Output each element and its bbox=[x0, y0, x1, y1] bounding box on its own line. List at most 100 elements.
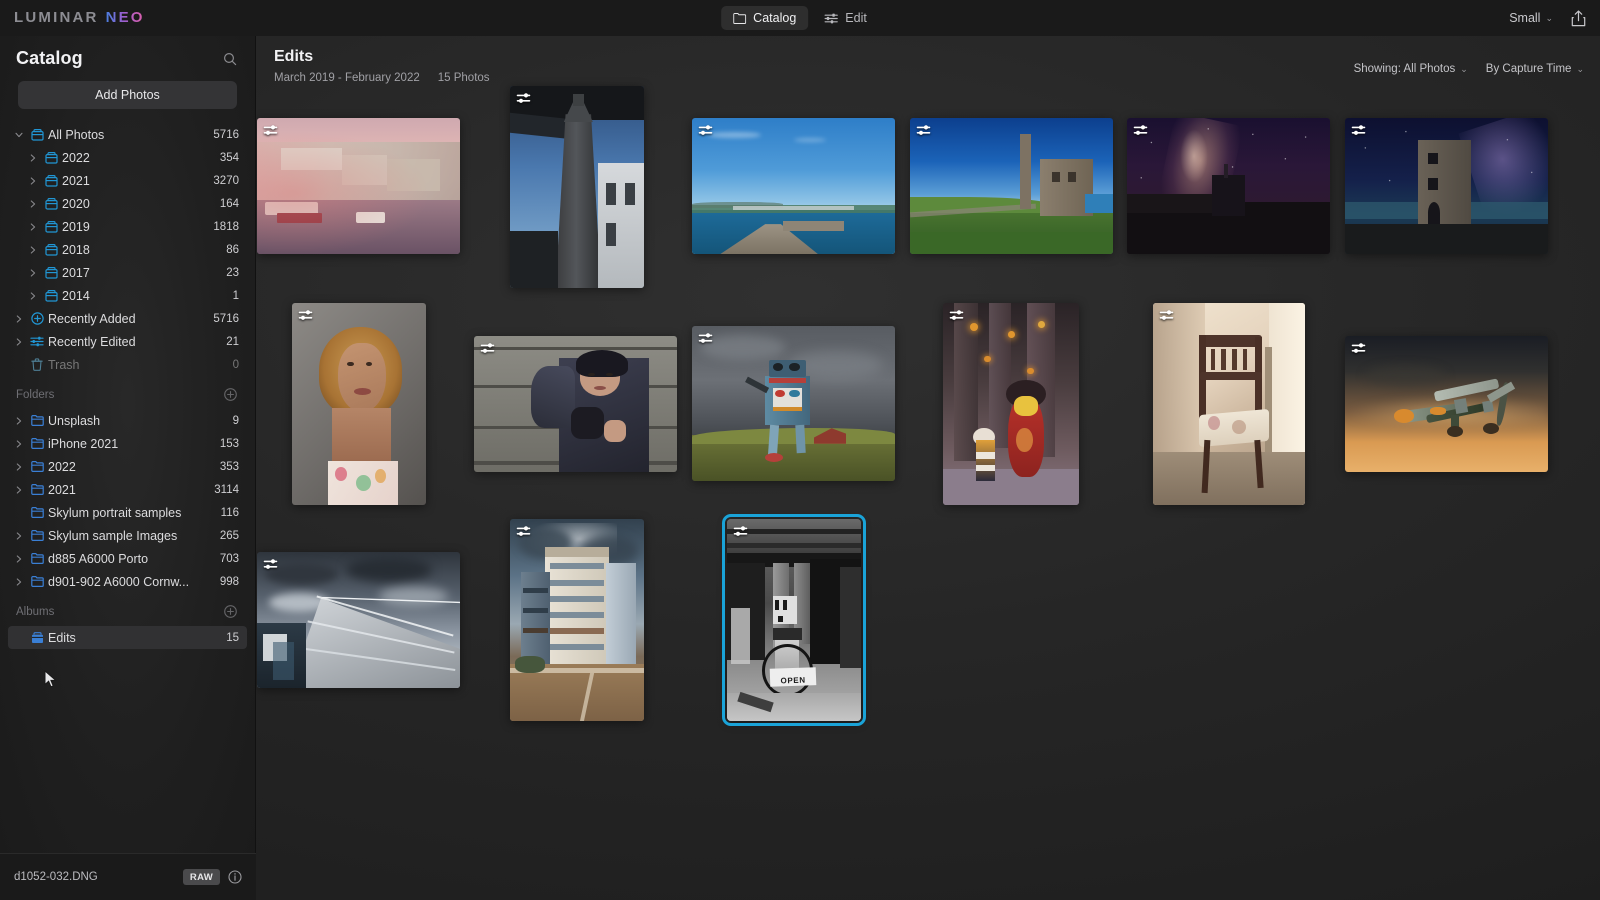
tab-catalog-label: Catalog bbox=[753, 11, 796, 25]
folder-icon bbox=[733, 13, 746, 24]
disclosure-triangle[interactable] bbox=[12, 440, 26, 448]
add-photos-button[interactable]: Add Photos bbox=[18, 81, 237, 109]
catalog-icon-wrap bbox=[26, 129, 48, 141]
disclosure-triangle[interactable] bbox=[26, 177, 40, 185]
edited-badge-icon bbox=[698, 124, 713, 137]
sidebar-item-2014[interactable]: 2014 1 bbox=[0, 284, 255, 307]
catalog-icon bbox=[45, 290, 58, 302]
folder-item-d885-a6000-porto[interactable]: d885 A6000 Porto 703 bbox=[0, 547, 255, 570]
sidebar-item-label: 2022 bbox=[62, 151, 212, 165]
photo-thumbnail-cornish-mine-green[interactable] bbox=[910, 118, 1113, 254]
folder-item-count: 998 bbox=[212, 576, 239, 588]
folder-item-label: 2021 bbox=[48, 483, 206, 497]
sidebar-item-count: 86 bbox=[218, 244, 239, 256]
sidebar-item-label: 2020 bbox=[62, 197, 212, 211]
sidebar-item-label: 2019 bbox=[62, 220, 205, 234]
photo-thumbnail-church-tower-lowangle[interactable] bbox=[510, 86, 644, 288]
photo-thumbnail-castle-milkyway[interactable] bbox=[1127, 118, 1330, 254]
sidebar-item-count: 5716 bbox=[205, 313, 239, 325]
disclosure-triangle[interactable] bbox=[12, 417, 26, 425]
disclosure-triangle[interactable] bbox=[26, 200, 40, 208]
photo-thumbnail-tin-toy-robot[interactable] bbox=[692, 326, 895, 481]
disclosure-triangle[interactable] bbox=[12, 555, 26, 563]
album-item-edits[interactable]: Edits 15 bbox=[8, 626, 247, 649]
photo-thumbnail-biplane-sunset[interactable] bbox=[1345, 336, 1548, 472]
sidebar-item-count: 354 bbox=[212, 152, 239, 164]
library-tree: All Photos 5716 2022 354 2021 3270 bbox=[0, 119, 255, 376]
folder-icon-wrap bbox=[26, 415, 48, 426]
disclosure-triangle[interactable] bbox=[26, 154, 40, 162]
tab-catalog[interactable]: Catalog bbox=[721, 6, 808, 30]
disclosure-triangle[interactable] bbox=[12, 315, 26, 323]
folder-item-label: d901-902 A6000 Cornw... bbox=[48, 575, 212, 589]
share-icon[interactable] bbox=[1571, 10, 1586, 27]
disclosure-triangle[interactable] bbox=[26, 292, 40, 300]
edited-badge-icon bbox=[1133, 124, 1148, 137]
folder-item-label: 2022 bbox=[48, 460, 212, 474]
folder-item-2022[interactable]: 2022 353 bbox=[0, 455, 255, 478]
photo-image bbox=[257, 118, 460, 254]
disclosure-triangle[interactable] bbox=[12, 463, 26, 471]
sidebar-item-count: 1 bbox=[225, 290, 239, 302]
photo-thumbnail-seaside-apartments[interactable] bbox=[510, 519, 644, 721]
tab-edit[interactable]: Edit bbox=[812, 6, 879, 30]
search-icon[interactable] bbox=[223, 52, 237, 66]
folder-icon-wrap bbox=[26, 530, 48, 541]
sidebar-item-recently-added[interactable]: Recently Added 5716 bbox=[0, 307, 255, 330]
folder-item-unsplash[interactable]: Unsplash 9 bbox=[0, 409, 255, 432]
photo-thumbnail-portrait-curly-hair[interactable] bbox=[292, 303, 426, 505]
edited-badge-icon bbox=[1351, 342, 1366, 355]
sidebar-item-recently-edited[interactable]: Recently Edited 21 bbox=[0, 330, 255, 353]
sidebar-item-2021[interactable]: 2021 3270 bbox=[0, 169, 255, 192]
disclosure-triangle[interactable] bbox=[26, 246, 40, 254]
edited-badge-icon bbox=[298, 309, 313, 322]
chevron-right-icon bbox=[15, 578, 23, 586]
folder-item-count: 3114 bbox=[206, 484, 239, 496]
photo-thumbnail-modern-roof-clouds[interactable] bbox=[257, 552, 460, 688]
folder-item-2021[interactable]: 2021 3114 bbox=[0, 478, 255, 501]
chevron-right-icon bbox=[15, 486, 23, 494]
thumbnail-size-selector[interactable]: Small ⌄ bbox=[1509, 11, 1553, 25]
folder-item-skylum-sample-images[interactable]: Skylum sample Images 265 bbox=[0, 524, 255, 547]
sidebar-item-count: 1818 bbox=[205, 221, 239, 233]
add-folder-button[interactable] bbox=[224, 388, 237, 401]
disclosure-triangle[interactable] bbox=[12, 338, 26, 346]
sidebar-item-2018[interactable]: 2018 86 bbox=[0, 238, 255, 261]
photo-thumbnail-engine-house-stars[interactable] bbox=[1345, 118, 1548, 254]
sidebar-item-count: 23 bbox=[218, 267, 239, 279]
folder-item-count: 153 bbox=[212, 438, 239, 450]
sidebar-item-2019[interactable]: 2019 1818 bbox=[0, 215, 255, 238]
disclosure-triangle[interactable] bbox=[12, 578, 26, 586]
folders-section-header: Folders bbox=[0, 376, 255, 405]
folder-item-skylum-portrait-samples[interactable]: Skylum portrait samples 116 bbox=[0, 501, 255, 524]
folder-item-d901-902-a6000-cornw[interactable]: d901-902 A6000 Cornw... 998 bbox=[0, 570, 255, 593]
disclosure-triangle[interactable] bbox=[12, 131, 26, 139]
folder-item-label: Unsplash bbox=[48, 414, 225, 428]
chevron-right-icon bbox=[29, 246, 37, 254]
photo-thumbnail-porto-riverside-city[interactable] bbox=[257, 118, 460, 254]
sidebar-item-trash[interactable]: Trash 0 bbox=[0, 353, 255, 376]
sidebar-item-all-photos[interactable]: All Photos 5716 bbox=[0, 123, 255, 146]
disclosure-triangle[interactable] bbox=[12, 486, 26, 494]
chevron-right-icon bbox=[15, 463, 23, 471]
plus-circle-icon-wrap bbox=[26, 312, 48, 325]
photo-thumbnail-wooden-chair-corner[interactable] bbox=[1153, 303, 1305, 505]
photo-image bbox=[1127, 118, 1330, 254]
sidebar-item-label: Recently Added bbox=[48, 312, 205, 326]
disclosure-triangle[interactable] bbox=[12, 532, 26, 540]
photo-thumbnail-coastal-pier-blue-sea[interactable] bbox=[692, 118, 895, 254]
folder-item-iphone-2021[interactable]: iPhone 2021 153 bbox=[0, 432, 255, 455]
sidebar-item-2017[interactable]: 2017 23 bbox=[0, 261, 255, 284]
disclosure-triangle[interactable] bbox=[26, 223, 40, 231]
album-item-label: Edits bbox=[48, 631, 218, 645]
chevron-down-icon: ⌄ bbox=[1545, 13, 1553, 24]
info-icon[interactable] bbox=[228, 870, 242, 884]
disclosure-triangle[interactable] bbox=[26, 269, 40, 277]
photo-thumbnail-open-sign-bw[interactable]: OPEN bbox=[727, 519, 861, 721]
add-album-button[interactable] bbox=[224, 605, 237, 618]
sidebar-item-2022[interactable]: 2022 354 bbox=[0, 146, 255, 169]
catalog-icon bbox=[45, 198, 58, 210]
photo-thumbnail-portrait-stone-wall[interactable] bbox=[474, 336, 677, 472]
sidebar-item-2020[interactable]: 2020 164 bbox=[0, 192, 255, 215]
photo-thumbnail-kokeshi-dolls[interactable] bbox=[943, 303, 1079, 505]
